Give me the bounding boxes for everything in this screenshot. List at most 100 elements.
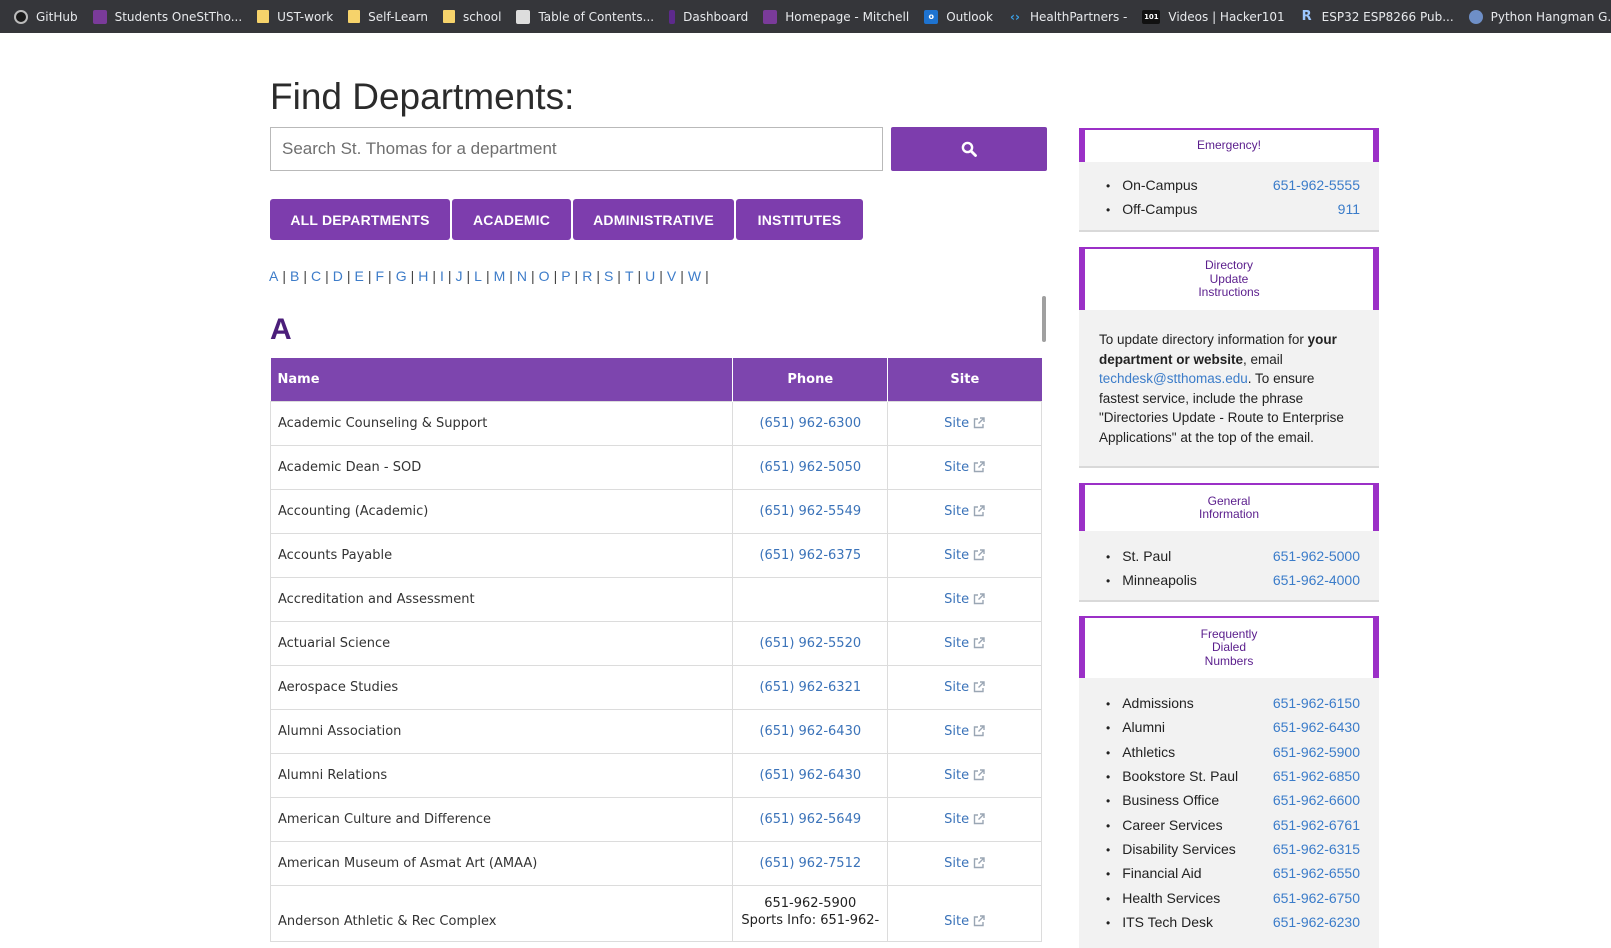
department-phone[interactable]: (651) 962-5549 — [732, 488, 889, 534]
alpha-link-a[interactable]: A — [269, 268, 278, 284]
site-link[interactable]: Site — [944, 680, 969, 695]
filter-institutes[interactable]: INSTITUTES — [736, 199, 863, 240]
list-item: Minneapolis 651-962-4000 — [1099, 568, 1360, 592]
alpha-link-e[interactable]: E — [355, 268, 364, 284]
scrollbar-thumb[interactable] — [1042, 296, 1046, 342]
contact-number-link[interactable]: 651-962-5555 — [1273, 177, 1360, 193]
department-phone[interactable] — [732, 576, 889, 622]
bookmark-item[interactable]: 101 Videos | Hacker101 — [1136, 3, 1293, 31]
contact-number-link[interactable]: 651-962-6230 — [1273, 914, 1360, 930]
contact-number-link[interactable]: 651-962-6315 — [1273, 841, 1360, 857]
alpha-link-o[interactable]: O — [539, 268, 550, 284]
alpha-link-p[interactable]: P — [561, 268, 570, 284]
alpha-link-b[interactable]: B — [290, 268, 299, 284]
contact-number-link[interactable]: 651-962-6430 — [1273, 719, 1360, 735]
bookmark-item[interactable]: Homepage - Mitchell — [757, 3, 918, 31]
department-phone[interactable]: (651) 962-6300 — [732, 400, 889, 446]
alpha-link-w[interactable]: W — [688, 268, 701, 284]
alpha-separator: | — [432, 268, 436, 284]
alpha-link-f[interactable]: F — [375, 268, 384, 284]
site-link[interactable]: Site — [944, 914, 969, 929]
alpha-link-t[interactable]: T — [625, 268, 634, 284]
bookmark-label: GitHub — [36, 9, 78, 24]
header-site: Site — [887, 358, 1042, 401]
department-phone[interactable]: (651) 962-5050 — [732, 444, 889, 490]
phone-line[interactable]: 651-962-5900 — [733, 895, 887, 912]
department-phone[interactable]: (651) 962-7512 — [732, 840, 889, 886]
bookmark-item[interactable]: Students OneStTho... — [87, 3, 252, 31]
page-title: Find Departments: — [270, 76, 575, 117]
contact-number-link[interactable]: 651-962-4000 — [1273, 572, 1360, 588]
bookmark-item[interactable]: GitHub — [8, 3, 87, 31]
site-link[interactable]: Site — [944, 856, 969, 871]
emergency-title: Emergency! — [1196, 138, 1262, 153]
directory-update-card: Directory Update Instructions To update … — [1079, 247, 1379, 468]
alpha-link-v[interactable]: V — [667, 268, 676, 284]
alpha-link-g[interactable]: G — [396, 268, 407, 284]
filter-administrative[interactable]: ADMINISTRATIVE — [573, 199, 734, 240]
bookmark-item[interactable]: o Outlook — [918, 3, 1002, 31]
department-phone[interactable]: (651) 962-6375 — [732, 532, 889, 578]
folder-icon — [257, 10, 270, 23]
contact-number-link[interactable]: 651-962-6600 — [1273, 792, 1360, 808]
contact-number-link[interactable]: 911 — [1338, 201, 1360, 217]
department-phone[interactable]: (651) 962-6430 — [732, 708, 889, 754]
general-title-line: Information — [1198, 507, 1260, 521]
bookmark-label: Homepage - Mitchell — [785, 9, 910, 24]
alpha-link-c[interactable]: C — [311, 268, 321, 284]
site-link[interactable]: Site — [944, 724, 969, 739]
alpha-link-r[interactable]: R — [582, 268, 592, 284]
department-site-cell: Site — [887, 488, 1042, 534]
site-link[interactable]: Site — [944, 460, 969, 475]
contact-number-link[interactable]: 651-962-6750 — [1273, 890, 1360, 906]
contact-number-link[interactable]: 651-962-5900 — [1273, 744, 1360, 760]
search-input[interactable] — [270, 127, 883, 171]
bookmark-item[interactable]: UST-work — [251, 3, 342, 31]
bookmark-item[interactable]: Table of Contents... — [510, 3, 663, 31]
bookmark-label: UST-work — [277, 9, 334, 24]
site-link[interactable]: Site — [944, 504, 969, 519]
site-link[interactable]: Site — [944, 812, 969, 827]
alpha-link-s[interactable]: S — [604, 268, 613, 284]
bookmark-item[interactable]: Self-Learn — [342, 3, 437, 31]
site-link[interactable]: Site — [944, 636, 969, 651]
bookmark-item[interactable]: Dashboard — [663, 3, 757, 31]
phone-line[interactable]: Sports Info: 651-962- — [733, 912, 887, 929]
bookmark-label: ESP32 ESP8266 Pub... — [1321, 9, 1454, 24]
bookmark-item[interactable]: Python Hangman G... — [1463, 3, 1611, 31]
filter-all-departments[interactable]: ALL DEPARTMENTS — [270, 199, 450, 240]
contact-number-link[interactable]: 651-962-6150 — [1273, 695, 1360, 711]
bookmark-item[interactable]: ‹› HealthPartners - — [1002, 3, 1136, 31]
alpha-link-d[interactable]: D — [333, 268, 343, 284]
alpha-separator: | — [410, 268, 415, 284]
department-phone[interactable]: (651) 962-6321 — [732, 664, 889, 710]
department-name: Academic Counseling & Support — [269, 400, 734, 446]
site-link[interactable]: Site — [944, 592, 969, 607]
bookmark-item[interactable]: school — [437, 3, 510, 31]
alpha-link-u[interactable]: U — [645, 268, 655, 284]
department-site-cell: Site — [887, 664, 1042, 710]
department-phone[interactable]: (651) 962-5520 — [732, 620, 889, 666]
site-link[interactable]: Site — [944, 548, 969, 563]
alpha-link-m[interactable]: M — [494, 268, 506, 284]
department-phone[interactable]: (651) 962-6430 — [732, 752, 889, 798]
site-link[interactable]: Site — [944, 416, 969, 431]
search-button[interactable] — [891, 127, 1047, 171]
list-item: Athletics 651-962-5900 — [1099, 740, 1360, 764]
alpha-link-l[interactable]: L — [474, 268, 482, 284]
alpha-separator: | — [485, 268, 490, 284]
alpha-link-j[interactable]: J — [456, 268, 463, 284]
contact-number-link[interactable]: 651-962-6850 — [1273, 768, 1360, 784]
contact-number-link[interactable]: 651-962-5000 — [1273, 548, 1360, 564]
contact-number-link[interactable]: 651-962-6761 — [1273, 817, 1360, 833]
alpha-link-i[interactable]: I — [440, 268, 444, 284]
filter-academic[interactable]: ACADEMIC — [452, 199, 571, 240]
site-link[interactable]: Site — [944, 768, 969, 783]
alpha-link-n[interactable]: N — [517, 268, 527, 284]
alpha-link-h[interactable]: H — [418, 268, 428, 284]
contact-number-link[interactable]: 651-962-6550 — [1273, 865, 1360, 881]
department-phone[interactable]: (651) 962-5649 — [732, 796, 889, 842]
emergency-card: Emergency! On-Campus 651-962-5555 Off-Camp… — [1079, 128, 1379, 232]
bookmark-item[interactable]: R ESP32 ESP8266 Pub... — [1294, 3, 1463, 31]
techdesk-email-link[interactable]: techdesk@stthomas.edu — [1099, 371, 1248, 386]
